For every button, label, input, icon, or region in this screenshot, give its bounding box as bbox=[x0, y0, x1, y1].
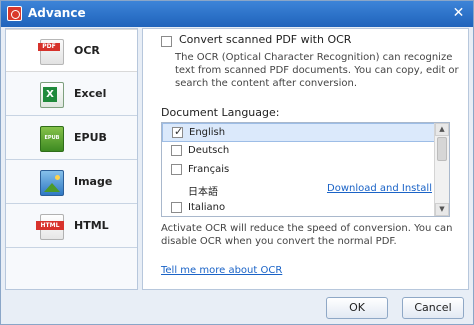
epub-icon bbox=[40, 126, 64, 152]
sidebar-item-epub[interactable]: EPUB bbox=[6, 117, 137, 160]
sidebar-item-label: Image bbox=[74, 175, 113, 188]
ocr-checkbox-label[interactable]: Convert scanned PDF with OCR bbox=[179, 33, 351, 46]
language-checkbox[interactable] bbox=[171, 164, 182, 175]
language-checkbox[interactable] bbox=[172, 125, 183, 138]
ocr-description: The OCR (Optical Character Recognition) … bbox=[175, 52, 459, 89]
scroll-up-arrow-icon[interactable]: ▲ bbox=[435, 123, 449, 136]
sidebar-item-ocr[interactable]: OCR bbox=[6, 29, 137, 72]
scroll-down-arrow-icon[interactable]: ▼ bbox=[435, 203, 449, 216]
language-option-english[interactable]: English bbox=[162, 123, 435, 142]
close-button[interactable]: ✕ bbox=[450, 5, 467, 22]
ocr-more-info-link[interactable]: Tell me more about OCR bbox=[161, 265, 282, 276]
language-name: Italiano bbox=[188, 202, 226, 213]
language-checkbox[interactable] bbox=[171, 202, 182, 213]
scroll-thumb[interactable] bbox=[437, 137, 447, 161]
image-icon bbox=[40, 170, 64, 196]
sidebar-item-label: OCR bbox=[74, 44, 100, 57]
language-scrollbar[interactable]: ▲ ▼ bbox=[434, 123, 449, 216]
language-option-italiano[interactable]: Italiano bbox=[162, 199, 435, 216]
sidebar-item-html[interactable]: HTML bbox=[6, 205, 137, 248]
app-logo-icon bbox=[7, 6, 22, 21]
sidebar-item-excel[interactable]: Excel bbox=[6, 73, 137, 116]
sidebar-item-label: HTML bbox=[74, 219, 109, 232]
advance-dialog: Advance ✕ OCR Excel EPUB Image HTML Conv… bbox=[0, 0, 474, 325]
language-heading: Document Language: bbox=[161, 106, 280, 119]
ocr-note: Activate OCR will reduce the speed of co… bbox=[161, 223, 453, 247]
pdf-icon bbox=[38, 39, 64, 65]
language-name: English bbox=[189, 127, 226, 138]
title-bar: Advance ✕ bbox=[1, 1, 473, 27]
language-checkbox[interactable] bbox=[171, 145, 182, 156]
html-icon bbox=[36, 214, 64, 240]
language-option-deutsch[interactable]: Deutsch bbox=[162, 142, 435, 161]
ocr-checkbox[interactable] bbox=[161, 36, 172, 47]
sidebar-item-label: Excel bbox=[74, 87, 107, 100]
sidebar-item-label: EPUB bbox=[74, 131, 107, 144]
ocr-settings-panel: Convert scanned PDF with OCR The OCR (Op… bbox=[142, 28, 469, 290]
language-option-japanese: 日本語 Download and Install bbox=[162, 180, 435, 199]
excel-icon bbox=[40, 82, 64, 108]
sidebar: OCR Excel EPUB Image HTML bbox=[5, 28, 138, 290]
language-name: 日本語 bbox=[188, 187, 218, 198]
language-name: Français bbox=[188, 164, 230, 175]
window-title: Advance bbox=[28, 6, 86, 20]
download-install-link[interactable]: Download and Install bbox=[327, 183, 432, 194]
ok-button[interactable]: OK bbox=[326, 297, 388, 319]
language-name: Deutsch bbox=[188, 145, 230, 156]
language-option-francais[interactable]: Français bbox=[162, 161, 435, 180]
sidebar-item-image[interactable]: Image bbox=[6, 161, 137, 204]
language-list[interactable]: English Deutsch Français 日本語 Download an… bbox=[161, 122, 450, 217]
cancel-button[interactable]: Cancel bbox=[402, 297, 464, 319]
